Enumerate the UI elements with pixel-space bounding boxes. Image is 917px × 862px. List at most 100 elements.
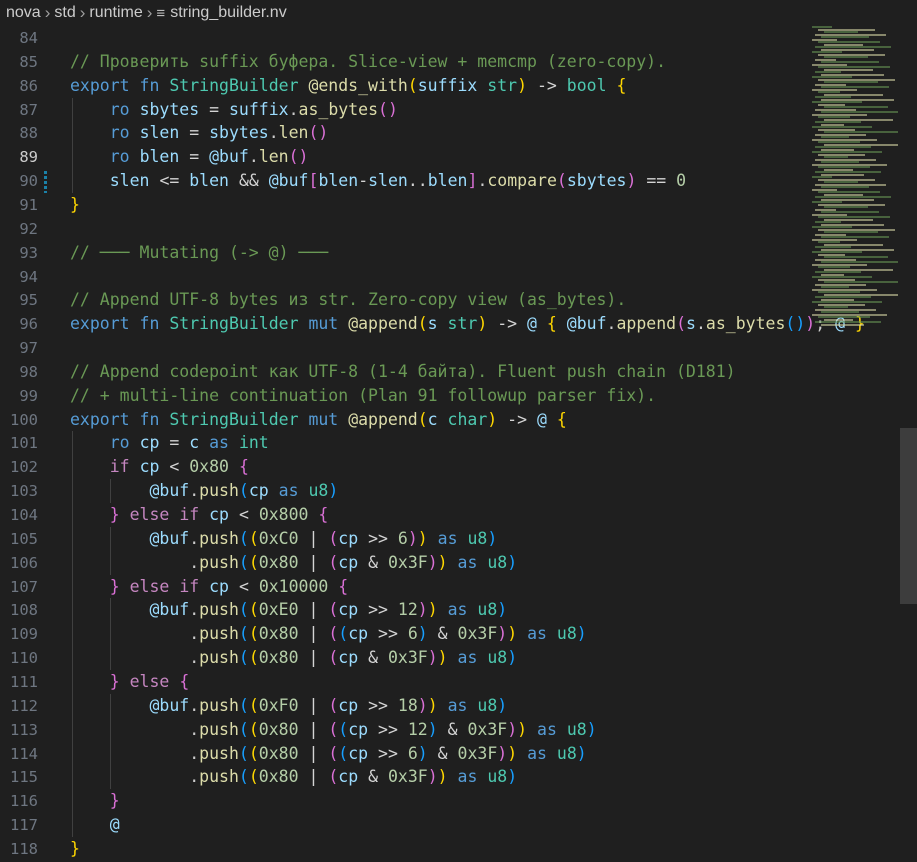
line-number: 100 bbox=[10, 410, 38, 429]
breadcrumb-item-nova[interactable]: nova bbox=[6, 4, 41, 22]
code-token: 0xC0 bbox=[258, 528, 299, 548]
code-token: () bbox=[288, 147, 309, 167]
code-text: if cp < 0x80 { bbox=[70, 455, 249, 479]
code-token: as bbox=[209, 433, 229, 453]
code-token: -> bbox=[536, 75, 557, 95]
code-token: ) bbox=[586, 719, 597, 739]
line-number: 93 bbox=[19, 243, 38, 262]
code-token: ( bbox=[238, 624, 249, 644]
code-token: @buf bbox=[566, 314, 607, 334]
code-editor[interactable]: 84 85 // Проверить suffix буфера. Slice-vi… bbox=[0, 26, 917, 862]
code-token: as_bytes bbox=[298, 99, 379, 119]
code-line[interactable]: 116 } bbox=[0, 789, 810, 813]
line-number: 117 bbox=[10, 816, 38, 835]
code-token: u8 bbox=[566, 719, 587, 739]
code-line[interactable]: 96 export fn StringBuilder mut @append(s … bbox=[0, 312, 865, 336]
code-token: push bbox=[199, 743, 239, 763]
code-line[interactable]: 103 @buf.push(cp as u8) bbox=[0, 479, 810, 503]
code-line[interactable]: 91} bbox=[0, 193, 810, 217]
code-token: { bbox=[179, 671, 190, 691]
code-token: ( bbox=[248, 767, 259, 787]
code-line[interactable]: 93 // ─── Mutating (-> @) ─── bbox=[0, 241, 810, 265]
code-token: ( bbox=[328, 624, 339, 644]
code-token: as bbox=[457, 648, 478, 668]
code-line[interactable]: 107 } else if cp < 0x10000 { bbox=[0, 575, 810, 599]
code-line[interactable]: 87 ro sbytes = suffix.as_bytes() bbox=[0, 98, 810, 122]
breadcrumb-item-std[interactable]: std bbox=[54, 4, 75, 22]
code-line[interactable]: 92 bbox=[0, 217, 810, 241]
code-line[interactable]: 85 // Проверить suffix буфера. Slice-view… bbox=[0, 50, 810, 74]
code-line[interactable]: 100 export fn StringBuilder mut @append(c… bbox=[0, 408, 810, 432]
code-line[interactable]: 102 if cp < 0x80 { bbox=[0, 455, 810, 479]
code-line[interactable]: 114 .push((0x80 | ((cp >> 6) & 0x3F)) as… bbox=[0, 742, 810, 766]
code-token: @ends_with bbox=[308, 75, 408, 95]
code-token: ) bbox=[507, 767, 518, 787]
minimap[interactable] bbox=[812, 26, 900, 326]
code-line[interactable]: 86 export fn StringBuilder @ends_with(suf… bbox=[0, 74, 810, 98]
code-line[interactable]: 99 // + multi-line continuation (Plan 91 … bbox=[0, 384, 810, 408]
code-token: export bbox=[70, 409, 130, 429]
code-token: ( bbox=[248, 648, 259, 668]
code-token: ) bbox=[437, 767, 448, 787]
breadcrumb-item-runtime[interactable]: runtime bbox=[89, 4, 142, 22]
code-line[interactable]: 111 } else { bbox=[0, 670, 810, 694]
code-line[interactable]: 90 slen <= blen && @buf[blen-slen..blen]… bbox=[0, 169, 810, 193]
code-token: blen bbox=[139, 147, 180, 167]
code-line[interactable]: 98 // Append codepoint как UTF-8 (1-4 бай… bbox=[0, 360, 810, 384]
code-line[interactable]: 113 .push((0x80 | ((cp >> 12) & 0x3F)) a… bbox=[0, 718, 810, 742]
code-line[interactable]: 89 ro blen = @buf.len() bbox=[0, 145, 810, 169]
code-token: fn bbox=[139, 409, 160, 429]
code-token: } bbox=[70, 194, 80, 214]
code-line[interactable]: 88 ro slen = sbytes.len() bbox=[0, 121, 810, 145]
code-line[interactable]: 101 ro cp = c as int bbox=[0, 431, 810, 455]
code-token: push bbox=[199, 648, 239, 668]
code-token: < bbox=[169, 457, 180, 477]
code-line[interactable]: 94 bbox=[0, 265, 810, 289]
code-token: @buf bbox=[209, 147, 249, 167]
code-line[interactable]: 104 } else if cp < 0x800 { bbox=[0, 503, 810, 527]
code-line[interactable]: 95 // Append UTF-8 bytes из str. Zero-cop… bbox=[0, 288, 810, 312]
code-line[interactable]: 108 @buf.push((0xE0 | (cp >> 12)) as u8) bbox=[0, 598, 810, 622]
breadcrumb-file[interactable]: string_builder.nv bbox=[170, 4, 287, 22]
code-token: ( bbox=[328, 719, 339, 739]
code-line[interactable]: 97 bbox=[0, 336, 810, 360]
code-token: ) bbox=[417, 624, 428, 644]
code-token: slen bbox=[109, 171, 150, 191]
line-number: 114 bbox=[10, 744, 38, 763]
line-number: 105 bbox=[10, 529, 38, 548]
code-line[interactable]: 112 @buf.push((0xF0 | (cp >> 18)) as u8) bbox=[0, 694, 810, 718]
code-token: ) bbox=[507, 648, 518, 668]
code-token: export bbox=[70, 75, 130, 95]
code-token: ( bbox=[338, 624, 349, 644]
code-line[interactable]: 117 @ bbox=[0, 813, 810, 837]
code-token: ( bbox=[238, 743, 249, 763]
line-number: 108 bbox=[10, 601, 38, 620]
code-line[interactable]: 105 @buf.push((0xC0 | (cp >> 6)) as u8) bbox=[0, 527, 810, 551]
code-text: export fn StringBuilder mut @append(c ch… bbox=[70, 408, 567, 432]
code-token: as bbox=[457, 552, 478, 572]
code-token: append bbox=[616, 314, 677, 334]
code-line[interactable]: 118} bbox=[0, 837, 810, 861]
line-number: 92 bbox=[19, 219, 38, 238]
code-line[interactable]: 106 .push((0x80 | (cp & 0x3F)) as u8) bbox=[0, 551, 810, 575]
code-token: ) bbox=[576, 624, 587, 644]
code-line[interactable]: 109 .push((0x80 | ((cp >> 6) & 0x3F)) as… bbox=[0, 622, 810, 646]
code-line[interactable]: 84 bbox=[0, 26, 810, 50]
scrollbar-thumb[interactable] bbox=[900, 428, 917, 604]
code-line[interactable]: 110 .push((0x80 | (cp & 0x3F)) as u8) bbox=[0, 646, 810, 670]
code-line[interactable]: 115 .push((0x80 | (cp & 0x3F)) as u8) bbox=[0, 765, 810, 789]
code-token: cp bbox=[348, 719, 369, 739]
